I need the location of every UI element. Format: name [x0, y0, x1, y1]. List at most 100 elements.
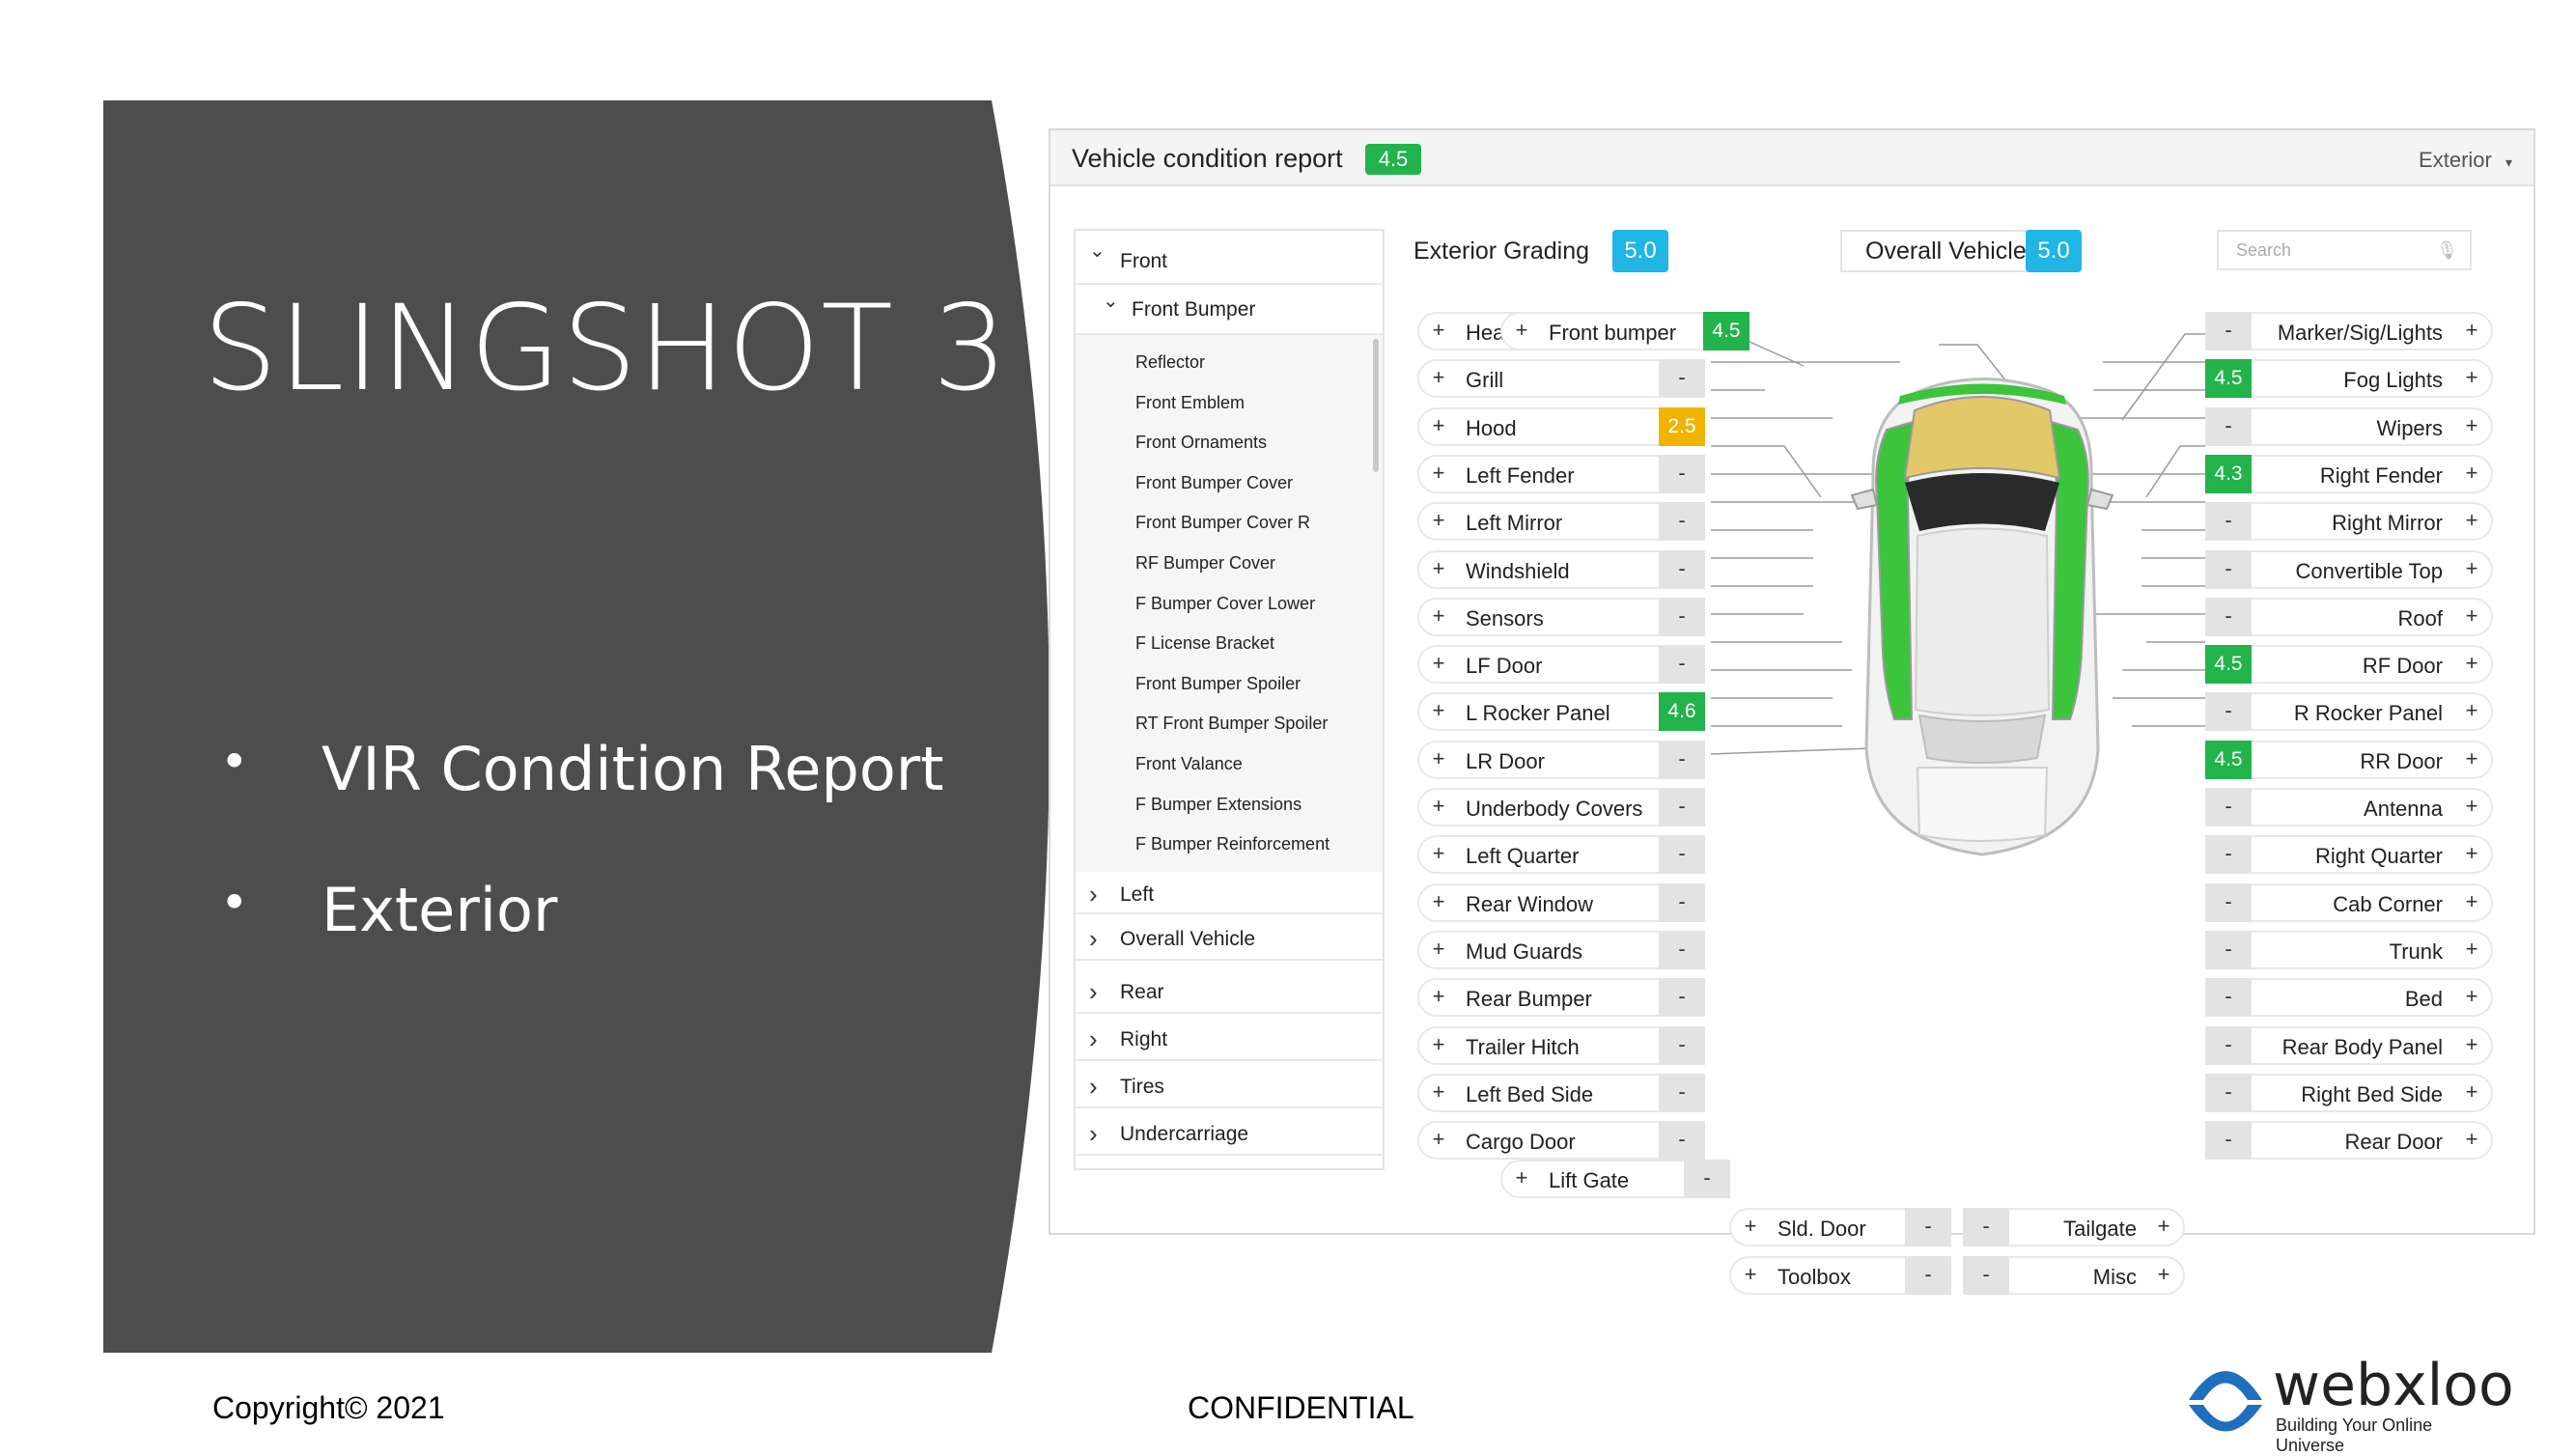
add-button[interactable]: +	[2452, 788, 2491, 826]
add-button[interactable]: +	[2452, 1074, 2491, 1112]
add-button[interactable]: +	[2452, 550, 2491, 589]
part-cargo-door: + Cargo Door -	[1417, 1121, 1705, 1161]
part-r-rocker-panel: + R Rocker Panel -	[2205, 692, 2493, 732]
add-button[interactable]: +	[1419, 312, 1458, 350]
part-label: LF Door	[1466, 654, 1543, 679]
add-button[interactable]: +	[2452, 312, 2491, 350]
remove-button[interactable]: -	[1659, 835, 1705, 875]
add-button[interactable]: +	[1419, 788, 1458, 826]
part-label: RR Door	[2360, 748, 2443, 773]
part-score: 4.5	[2205, 740, 2252, 779]
remove-button[interactable]: -	[1659, 930, 1705, 969]
remove-button[interactable]: -	[2205, 597, 2252, 636]
remove-button[interactable]: -	[1659, 454, 1705, 493]
part-label: Right Mirror	[2332, 511, 2443, 536]
bullet-dot: •	[220, 875, 249, 931]
remove-button[interactable]: -	[1659, 597, 1705, 636]
remove-button[interactable]: -	[1659, 645, 1705, 685]
add-button[interactable]: +	[1419, 1074, 1458, 1112]
add-button[interactable]: +	[1419, 883, 1458, 922]
add-button[interactable]: +	[2452, 1121, 2491, 1160]
add-button[interactable]: +	[1419, 407, 1458, 446]
add-button[interactable]: +	[1419, 1121, 1458, 1160]
add-button[interactable]: +	[2452, 359, 2491, 398]
remove-button[interactable]: -	[1659, 788, 1705, 826]
add-button[interactable]: +	[2452, 1026, 2491, 1065]
part-label: Fog Lights	[2343, 368, 2443, 393]
add-button[interactable]: +	[1419, 598, 1458, 636]
remove-button[interactable]: -	[1659, 1073, 1705, 1112]
add-button[interactable]: +	[1419, 455, 1458, 493]
add-button[interactable]: +	[1419, 835, 1458, 874]
remove-button[interactable]: -	[1659, 1121, 1705, 1161]
remove-button[interactable]: -	[2205, 978, 2252, 1018]
part-label: Windshield	[1466, 558, 1570, 583]
add-button[interactable]: +	[1419, 692, 1458, 731]
add-button[interactable]: +	[2452, 598, 2491, 636]
part-label: Right Fender	[2319, 462, 2443, 488]
remove-button[interactable]: -	[2205, 788, 2252, 826]
remove-button[interactable]: -	[1659, 549, 1705, 589]
add-button[interactable]: +	[1419, 741, 1458, 779]
add-button[interactable]: +	[1419, 502, 1458, 541]
add-button[interactable]: +	[2452, 692, 2491, 731]
add-button[interactable]: +	[2452, 645, 2491, 684]
add-button[interactable]: +	[1502, 312, 1541, 350]
remove-button[interactable]: -	[2205, 1025, 2252, 1065]
remove-button[interactable]: -	[2205, 692, 2252, 732]
remove-button[interactable]: -	[2205, 930, 2252, 969]
remove-button[interactable]: -	[1659, 740, 1705, 779]
remove-button[interactable]: -	[1659, 359, 1705, 399]
remove-button[interactable]: -	[1963, 1256, 2009, 1295]
add-button[interactable]: +	[1502, 1160, 1541, 1198]
add-button[interactable]: +	[2452, 455, 2491, 493]
add-button[interactable]: +	[2452, 407, 2491, 446]
remove-button[interactable]: -	[1684, 1160, 1730, 1198]
add-button[interactable]: +	[1419, 645, 1458, 684]
bullet-dot: •	[220, 734, 249, 790]
part-label: Sensors	[1466, 605, 1544, 630]
remove-button[interactable]: -	[2205, 406, 2252, 446]
remove-button[interactable]: -	[1963, 1208, 2009, 1246]
part-rear-body-panel: + Rear Body Panel -	[2205, 1025, 2493, 1065]
remove-button[interactable]: -	[2205, 1073, 2252, 1112]
add-button[interactable]: +	[1731, 1208, 1770, 1246]
add-button[interactable]: +	[1731, 1256, 1770, 1295]
add-button[interactable]: +	[2452, 741, 2491, 779]
bullet-text: Exterior	[322, 875, 558, 945]
add-button[interactable]: +	[2144, 1208, 2183, 1246]
remove-button[interactable]: -	[2205, 502, 2252, 542]
remove-button[interactable]: -	[1905, 1208, 1951, 1246]
add-button[interactable]: +	[2452, 931, 2491, 969]
part-label: Rear Bumper	[1466, 987, 1592, 1012]
remove-button[interactable]: -	[2205, 1121, 2252, 1161]
part-tailgate: - Tailgate +	[1963, 1208, 2185, 1246]
remove-button[interactable]: -	[1659, 882, 1705, 922]
part-label: Convertible Top	[2295, 558, 2443, 583]
remove-button[interactable]: -	[1659, 978, 1705, 1018]
add-button[interactable]: +	[2452, 835, 2491, 874]
add-button[interactable]: +	[2452, 978, 2491, 1017]
add-button[interactable]: +	[2452, 502, 2491, 541]
add-button[interactable]: +	[1419, 931, 1458, 969]
add-button[interactable]: +	[2452, 883, 2491, 922]
add-button[interactable]: +	[2144, 1256, 2183, 1295]
remove-button[interactable]: -	[2205, 882, 2252, 922]
remove-button[interactable]: -	[1659, 1025, 1705, 1065]
add-button[interactable]: +	[1419, 550, 1458, 589]
remove-button[interactable]: -	[1905, 1256, 1951, 1295]
part-grill: + Grill -	[1417, 359, 1705, 399]
part-label: RF Door	[2362, 654, 2443, 679]
remove-button[interactable]: -	[2205, 549, 2252, 589]
remove-button[interactable]: -	[2205, 835, 2252, 875]
remove-button[interactable]: -	[1659, 502, 1705, 542]
part-label: Sld. Door	[1777, 1217, 1866, 1241]
add-button[interactable]: +	[1419, 1026, 1458, 1065]
add-button[interactable]: +	[1419, 978, 1458, 1017]
part-sensors: + Sensors -	[1417, 597, 1705, 636]
part-label: Hood	[1466, 415, 1517, 440]
part-right-mirror: + Right Mirror -	[2205, 502, 2493, 542]
remove-button[interactable]: -	[2205, 312, 2252, 350]
part-score: 4.5	[2205, 359, 2252, 399]
add-button[interactable]: +	[1419, 359, 1458, 398]
